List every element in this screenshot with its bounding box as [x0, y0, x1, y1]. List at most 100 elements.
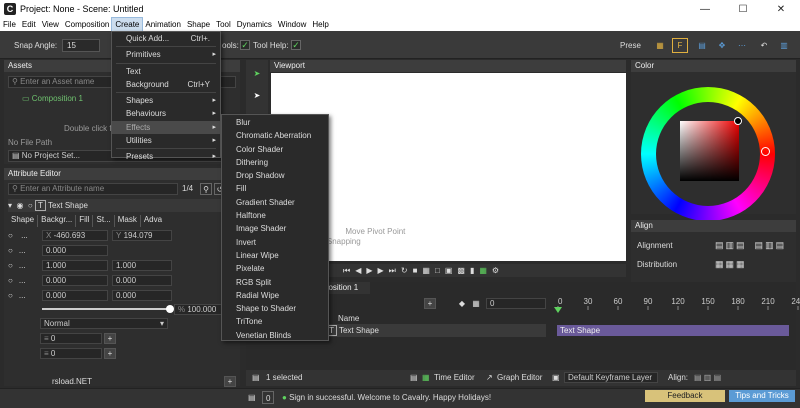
grid-view-icon[interactable]: ▦	[422, 266, 430, 275]
distribute-h-center-icon[interactable]: ▦	[726, 259, 735, 270]
menu-dynamics[interactable]: Dynamics	[234, 18, 275, 31]
safe-area-icon[interactable]: ▣	[445, 266, 453, 275]
align-top-icon[interactable]: ▤	[755, 240, 764, 251]
tab-shape[interactable]: Shape	[8, 215, 39, 227]
time-editor-icon[interactable]: ▤	[410, 371, 418, 384]
tab-background[interactable]: Backgr...	[38, 215, 77, 227]
add-button-1[interactable]: +	[104, 333, 116, 344]
hue-marker-icon[interactable]	[761, 147, 770, 156]
timeline-layer-row[interactable]: T Text Shape	[326, 324, 546, 337]
minimize-icon[interactable]: —	[686, 0, 724, 18]
effects-item-linear-wipe[interactable]: Linear Wipe	[222, 249, 328, 262]
position-x-field[interactable]: X -460.693	[42, 230, 108, 241]
align-left-icon[interactable]: ▤	[694, 38, 710, 53]
skew-x-field[interactable]: 0.000	[42, 275, 108, 286]
menu-animation[interactable]: Animation	[142, 18, 184, 31]
time-editor-button[interactable]: Time Editor	[434, 371, 475, 384]
composition-item[interactable]: ▭ Composition 1	[22, 92, 83, 105]
align-bottom-icon[interactable]: ▤	[776, 240, 785, 251]
opacity-slider-handle[interactable]	[166, 305, 174, 313]
scale-y-field[interactable]: 1.000	[112, 260, 172, 271]
layer-row[interactable]: ▾ ◉ ○ T Text Shape ⎋	[8, 199, 236, 212]
menu-composition[interactable]: Composition	[62, 18, 112, 31]
effects-item-blur[interactable]: Blur	[222, 116, 328, 129]
effects-item-tritone[interactable]: TriTone	[222, 315, 328, 328]
effects-item-radial-wipe[interactable]: Radial Wipe	[222, 289, 328, 302]
play-icon[interactable]: ▶	[366, 266, 372, 275]
effects-item-dithering[interactable]: Dithering	[222, 156, 328, 169]
menu-tool[interactable]: Tool	[213, 18, 234, 31]
effects-item-color-shader[interactable]: Color Shader	[222, 143, 328, 156]
step-back-icon[interactable]: ◀	[355, 266, 361, 275]
graph-editor-icon[interactable]: ↗	[486, 371, 493, 384]
menu-item-behaviours[interactable]: Behaviours ▸	[112, 107, 220, 120]
tab-advanced[interactable]: Adva	[141, 215, 165, 227]
align-h-center-icon[interactable]: ▥	[726, 240, 735, 251]
keyframe-layer-select[interactable]: Default Keyframe Layer	[564, 372, 658, 383]
effects-item-gradient-shader[interactable]: Gradient Shader	[222, 196, 328, 209]
effects-item-pixelate[interactable]: Pixelate	[222, 262, 328, 275]
time-editor-icon-2[interactable]: ▦	[422, 371, 430, 384]
add-layer-button[interactable]: +	[424, 298, 436, 309]
tool-help-checkbox[interactable]: ✓	[291, 40, 301, 50]
menu-item-background[interactable]: Background Ctrl+Y	[112, 78, 220, 91]
align-left-edge-icon[interactable]: ▤	[715, 240, 724, 251]
key-icon[interactable]: ◆	[456, 297, 468, 309]
align-buttons[interactable]: ▤ ▥ ▤	[694, 371, 721, 384]
menu-view[interactable]: View	[39, 18, 62, 31]
add-attribute-button[interactable]: +	[224, 376, 236, 387]
menu-item-presets[interactable]: Presets ▸	[112, 150, 220, 163]
rotation-field[interactable]: 0.000	[42, 245, 108, 256]
graph-editor-button[interactable]: Graph Editor	[497, 371, 542, 384]
effects-item-invert[interactable]: Invert	[222, 236, 328, 249]
menu-item-text[interactable]: Text	[112, 65, 220, 78]
eye-icon[interactable]: ◉	[14, 201, 23, 210]
effects-item-rgb-split[interactable]: RGB Split	[222, 276, 328, 289]
effects-item-drop-shadow[interactable]: Drop Shadow	[222, 169, 328, 182]
effects-item-image-shader[interactable]: Image Shader	[222, 222, 328, 235]
select-tool-icon[interactable]: ➤	[249, 66, 265, 81]
pattern-icon[interactable]: ▦	[479, 266, 487, 275]
menu-edit[interactable]: Edit	[19, 18, 39, 31]
effects-item-shape-to-shader[interactable]: Shape to Shader	[222, 302, 328, 315]
lock-icon[interactable]: ○	[26, 201, 33, 210]
chevron-down-icon[interactable]: ▾	[8, 201, 12, 210]
tab-stroke[interactable]: St...	[93, 215, 115, 227]
search-icon[interactable]: ⚲	[200, 183, 212, 195]
keyframe-dot-icon[interactable]: ○	[8, 231, 13, 240]
saturation-value-square[interactable]	[680, 121, 739, 181]
sv-marker-icon[interactable]	[734, 117, 742, 125]
maximize-icon[interactable]: ☐	[724, 0, 762, 18]
tab-mask[interactable]: Mask	[115, 215, 141, 227]
step-forward-icon[interactable]: ▶	[378, 266, 384, 275]
render-icon[interactable]: ▩	[457, 266, 465, 275]
grid-icon[interactable]: ▦	[652, 38, 668, 53]
scale-x-field[interactable]: 1.000	[42, 260, 108, 271]
skip-end-icon[interactable]: ⏭	[389, 266, 396, 276]
frame-field[interactable]: 0	[486, 298, 546, 309]
effects-item-venetian-blinds[interactable]: Venetian Blinds	[222, 329, 328, 342]
menu-item-shapes[interactable]: Shapes ▸	[112, 94, 220, 107]
arc-icon[interactable]: ↶	[756, 38, 772, 53]
loop-icon[interactable]: ↻	[401, 266, 408, 275]
distribute-h-icon[interactable]: ▦	[715, 259, 724, 270]
distribute-icon[interactable]: ⋯	[734, 38, 750, 53]
add-button-2[interactable]: +	[104, 348, 116, 359]
menu-item-primitives[interactable]: Primitives ▸	[112, 48, 220, 61]
skip-start-icon[interactable]: ⏮	[343, 266, 350, 276]
snap-angle-field[interactable]: 15	[62, 39, 100, 52]
distribute-v-icon[interactable]: ▦	[736, 259, 745, 270]
pivot-y-field[interactable]: 0.000	[112, 290, 172, 301]
align-right-icon[interactable]: ▥	[776, 38, 792, 53]
timeline-ruler[interactable]: 0 30 60 90 120 150 180 210 240	[555, 296, 800, 310]
effects-item-fill[interactable]: Fill	[222, 182, 328, 195]
settings-icon[interactable]: ⚙	[492, 266, 499, 275]
menu-help[interactable]: Help	[309, 18, 331, 31]
menu-item-quick-add[interactable]: Quick Add... Ctrl+.	[112, 32, 220, 45]
effects-item-chromatic-aberration[interactable]: Chromatic Aberration	[222, 129, 328, 142]
menu-item-utilities[interactable]: Utilities ▸	[112, 134, 220, 147]
pointer-tool-icon[interactable]: ➤	[249, 88, 265, 103]
snap-icon[interactable]: ■	[413, 266, 418, 275]
timeline-track-bar[interactable]: Text Shape	[557, 325, 789, 336]
attribute-search-input[interactable]: ⚲ Enter an Attribute name	[8, 183, 178, 195]
